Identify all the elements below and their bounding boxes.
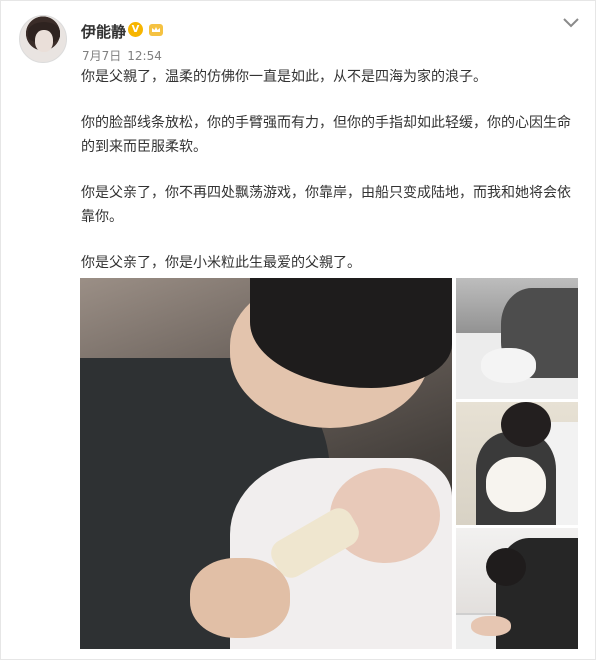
post-date[interactable]: 7月7日 bbox=[82, 49, 121, 63]
avatar-face bbox=[35, 30, 53, 52]
photo-right-2[interactable] bbox=[456, 402, 578, 525]
avatar[interactable] bbox=[19, 15, 67, 63]
crown-icon bbox=[149, 24, 163, 36]
post-body: 你是父親了，温柔的仿佛你一直是如此，从不是四海为家的浪子。 你的脸部线条放松，你… bbox=[81, 65, 581, 297]
verified-badge-icon: V bbox=[128, 22, 143, 37]
photo-right-1[interactable] bbox=[456, 278, 578, 399]
post-paragraph-4: 你是父亲了，你是小米粒此生最爱的父親了。 bbox=[81, 255, 361, 271]
post-paragraph-1: 你是父親了，温柔的仿佛你一直是如此，从不是四海为家的浪子。 bbox=[81, 69, 487, 85]
photo-r2-baby bbox=[486, 457, 546, 512]
chevron-down-icon[interactable] bbox=[562, 16, 580, 30]
post-paragraph-3: 你是父亲了，你不再四处飘荡游戏，你靠岸，由船只变成陆地，而我和她将会依靠你。 bbox=[81, 185, 571, 225]
photo-r3-head bbox=[486, 548, 526, 586]
photo-r2-head bbox=[501, 402, 551, 447]
author-name[interactable]: 伊能静 bbox=[81, 21, 126, 42]
post-paragraph-2: 你的脸部线条放松，你的手臂强而有力，但你的手指却如此轻缓，你的心因生命的到来而臣… bbox=[81, 115, 571, 155]
photo-main[interactable] bbox=[80, 278, 452, 649]
weibo-post-card: 伊能静 V 7月7日 12:54 你是父親了，温柔的仿佛你一直是如此，从不是四海为… bbox=[0, 0, 596, 660]
photo-right-3[interactable] bbox=[456, 528, 578, 649]
post-time: 12:54 bbox=[127, 49, 162, 63]
photo-r3-baby bbox=[471, 616, 511, 636]
photo-main-hand bbox=[190, 558, 290, 638]
photo-r1-baby bbox=[481, 348, 536, 383]
post-meta: 7月7日 12:54 bbox=[82, 47, 168, 64]
